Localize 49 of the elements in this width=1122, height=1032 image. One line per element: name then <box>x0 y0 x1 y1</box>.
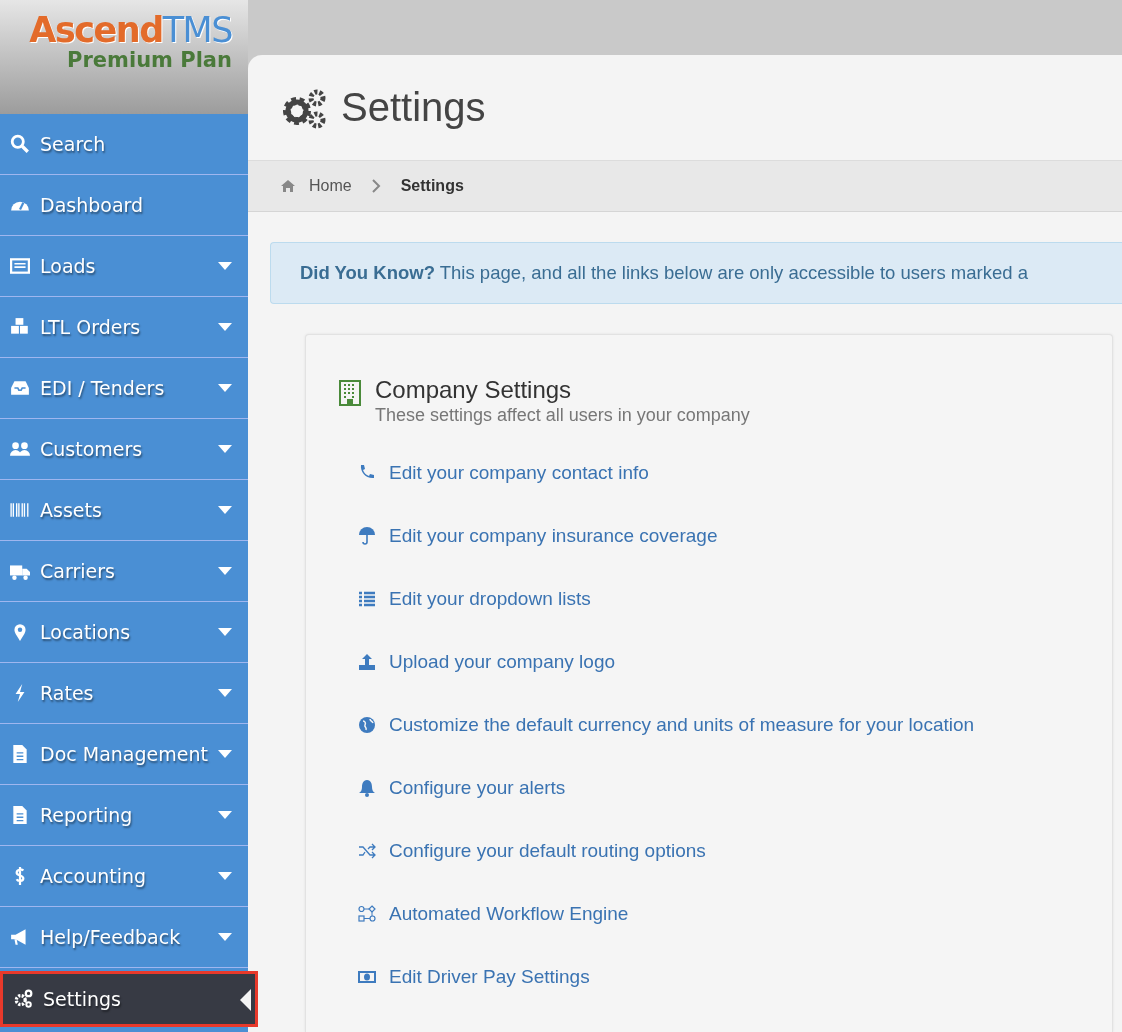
caret-icon <box>218 933 232 941</box>
option-link[interactable]: Edit your company insurance coverage <box>389 524 718 547</box>
chevron-icon <box>371 179 381 193</box>
option-link[interactable]: Edit your company contact info <box>389 461 649 484</box>
globe-icon <box>357 715 377 734</box>
nav-icon <box>9 317 31 337</box>
nav-icon <box>9 500 31 520</box>
nav-icon <box>9 134 31 154</box>
sidebar-item[interactable]: Settings <box>0 971 258 1027</box>
nav-icon <box>12 989 34 1009</box>
card-title: Company Settings <box>375 375 573 405</box>
sidebar-item[interactable]: Reporting <box>0 785 248 846</box>
caret-icon <box>218 445 232 453</box>
breadcrumb-link[interactable]: Home <box>309 177 352 195</box>
caret-icon <box>218 384 232 392</box>
card-subtitle: These settings affect all users in your company <box>375 405 750 425</box>
option-link[interactable]: Configure your alerts <box>389 776 566 799</box>
option-link[interactable]: Edit Driver Pay Settings <box>389 965 590 988</box>
building-icon <box>339 380 361 406</box>
caret-icon <box>218 262 232 270</box>
sidebar-item[interactable]: Doc Management <box>0 724 248 785</box>
brand-logo: AscendTMS <box>29 10 232 50</box>
workflow-icon <box>357 904 377 923</box>
bell-icon <box>357 778 377 797</box>
caret-icon <box>218 323 232 331</box>
shuffle-icon <box>357 841 377 860</box>
option-link[interactable]: Automated Workflow Engine <box>389 902 629 925</box>
caret-icon <box>218 689 232 697</box>
home-icon <box>281 180 295 192</box>
caret-icon <box>218 567 232 575</box>
list-icon <box>357 589 377 608</box>
option-link[interactable]: Configure your default routing options <box>389 839 706 862</box>
breadcrumb-link[interactable]: Settings <box>400 177 464 195</box>
upload-icon <box>357 652 377 671</box>
option-link[interactable]: Customize the default currency and units of measure for your location <box>389 713 975 736</box>
nav-icon <box>9 439 31 459</box>
caret-icon <box>218 506 232 514</box>
caret-icon <box>218 872 232 880</box>
caret-icon <box>218 750 232 758</box>
caret-icon <box>218 628 232 636</box>
page-title: Settings <box>341 85 486 130</box>
option-link[interactable]: Edit your dropdown lists <box>389 587 591 610</box>
option-link[interactable]: Upload your company logo <box>389 650 616 673</box>
alert-text: Did You Know? This page, and all the links below are only accessible to users marked a <box>300 262 1028 284</box>
plan-label: Premium Plan <box>67 50 232 70</box>
caret-icon <box>218 811 232 819</box>
umbrella-icon <box>357 526 377 545</box>
nav-icon <box>9 378 31 398</box>
nav-icon <box>9 256 31 276</box>
